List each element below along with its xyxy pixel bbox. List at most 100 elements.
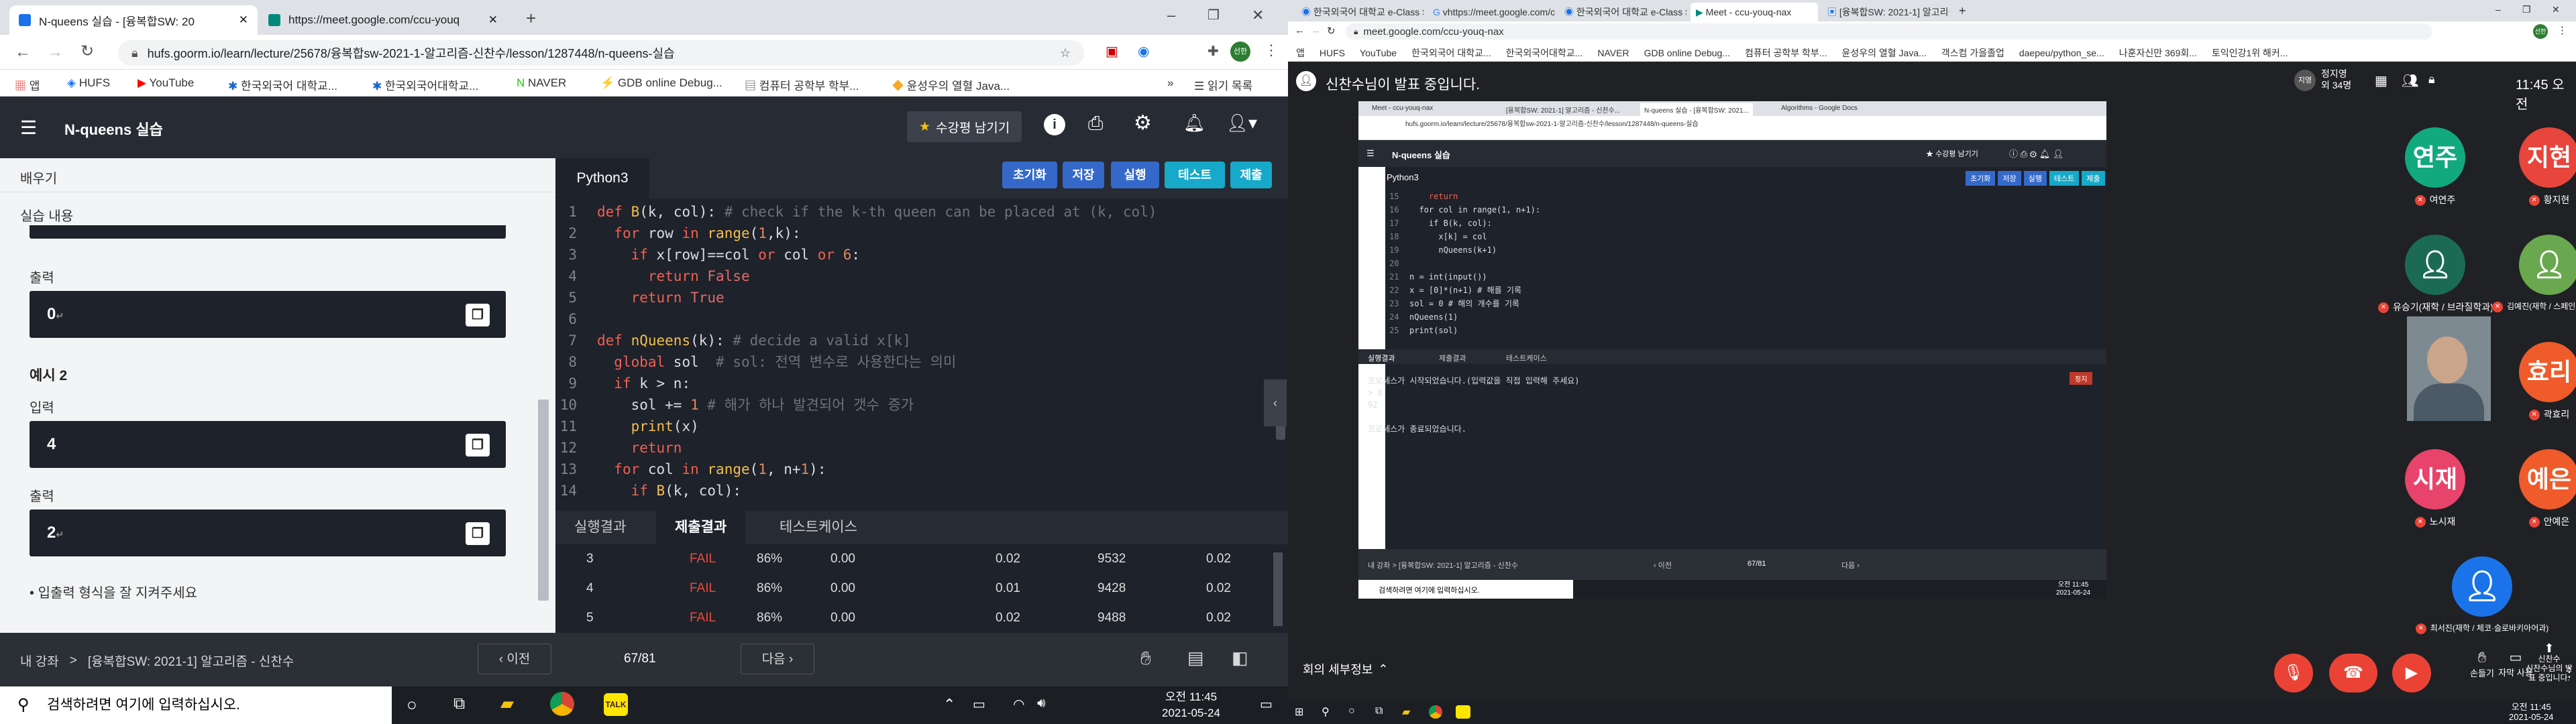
- breadcrumb-course[interactable]: [융복합SW: 2021-1] 알고리즘 - 신찬수: [88, 652, 294, 670]
- bookmarks-more[interactable]: »: [1167, 76, 1173, 90]
- bookmark-item[interactable]: YouTube: [1360, 48, 1397, 58]
- search-icon[interactable]: ⚲: [1322, 705, 1330, 719]
- close-icon[interactable]: ✕: [239, 13, 248, 27]
- participant-tile[interactable]: 효리 ✕ 곽효리: [2492, 342, 2576, 421]
- network-icon[interactable]: ▭: [973, 696, 985, 713]
- more-options-icon[interactable]: ⋮: [2563, 664, 2576, 680]
- submit-button[interactable]: 제출: [1230, 162, 1272, 188]
- maximize-icon[interactable]: ❐: [2522, 4, 2531, 15]
- camera-toggle-button[interactable]: ▶: [2392, 654, 2431, 692]
- forward-icon[interactable]: →: [1311, 25, 1321, 36]
- next-button[interactable]: 다음 ›: [741, 644, 814, 674]
- bookmark-item[interactable]: GDB online Debug...: [1644, 48, 1730, 58]
- chrome-icon[interactable]: [550, 692, 574, 716]
- copy-icon[interactable]: ❐: [466, 304, 490, 326]
- people-icon[interactable]: 👥︎: [2402, 72, 2418, 89]
- gear-icon[interactable]: ⚙: [1134, 111, 1152, 135]
- copy-icon[interactable]: ❐: [466, 522, 490, 545]
- bookmark-item[interactable]: 토익인강1위 해커...: [2212, 46, 2288, 60]
- windows-start-icon[interactable]: ⊞: [1295, 705, 1303, 719]
- menu-dots-icon[interactable]: ⋮: [1264, 42, 1279, 59]
- task-view-icon[interactable]: ⧉: [1375, 705, 1383, 717]
- forward-icon[interactable]: →: [47, 43, 63, 62]
- bookmark-item[interactable]: 앱: [1296, 46, 1305, 60]
- time-display[interactable]: 오전 11:45 2021-05-24: [2509, 702, 2554, 722]
- leave-call-button[interactable]: ☎: [2329, 654, 2377, 692]
- bookmark-item[interactable]: ✱ 한국외국어 대학교...: [228, 76, 337, 93]
- participant-tile[interactable]: 지현 ✕ 황지현: [2492, 127, 2576, 206]
- participant-tile[interactable]: 👤︎ ✕ 김예진(재학 / 스페인어통번역학...: [2492, 235, 2576, 312]
- taskbar-search[interactable]: ⚲ 검색하려면 여기에 입력하십시오.: [0, 686, 392, 724]
- file-explorer-icon[interactable]: ▰: [500, 693, 514, 714]
- tab-submit-result[interactable]: 제출결과: [656, 511, 746, 544]
- chat-icon[interactable]: ▤: [1187, 648, 1204, 668]
- sidebar-practice[interactable]: 실습 내용: [20, 205, 73, 225]
- bookmark-item[interactable]: 나훈자신만 369회...: [2119, 46, 2197, 60]
- participant-tile[interactable]: 👤︎ ✕ 최서진(재학 / 체코·슬로바키아어과): [2415, 556, 2549, 634]
- star-icon[interactable]: ☆: [1060, 46, 1071, 60]
- bookmark-item[interactable]: 한국외국어 대학교...: [1411, 46, 1491, 60]
- tab-eclass[interactable]: ◉ 한국외국어 대학교 e-Class Syn: [1296, 3, 1424, 21]
- window-close-icon[interactable]: ✕: [2552, 4, 2560, 15]
- participant-tile[interactable]: 예은 ✕ 안예은: [2492, 449, 2576, 528]
- menu-dots-icon[interactable]: ⋮: [2557, 24, 2567, 36]
- result-scrollbar[interactable]: [1273, 552, 1283, 626]
- copy-icon[interactable]: ❐: [466, 434, 490, 457]
- user-menu-icon[interactable]: 👤︎▾: [1226, 113, 1257, 133]
- tab-lecture[interactable]: ▣ [융복합SW: 2021-1] 알고리즘 -: [1822, 3, 1949, 21]
- cortana-icon[interactable]: ○: [407, 695, 417, 715]
- back-icon[interactable]: ←: [1295, 25, 1305, 36]
- volume-icon[interactable]: 🔊︎: [1037, 696, 1046, 711]
- test-button[interactable]: 테스트: [1165, 162, 1225, 188]
- tab-meet-link[interactable]: G vhttps://meet.google.com/ccu-: [1428, 3, 1555, 21]
- address-bar[interactable]: 🔒︎ hufs.goorm.io/learn/lecture/25678/융복합…: [118, 40, 1084, 66]
- file-explorer-icon[interactable]: ▰: [1402, 705, 1410, 719]
- review-button[interactable]: ★ 수강평 남기기: [907, 111, 1022, 142]
- tab-meet[interactable]: https://meet.google.com/ccu-youq ✕: [259, 5, 507, 35]
- language-tab[interactable]: Python3: [555, 158, 649, 198]
- meeting-details[interactable]: 회의 세부정보 ⌃: [1303, 660, 1388, 678]
- kakaotalk-icon[interactable]: TALK: [604, 693, 628, 716]
- sidebar-scrollbar[interactable]: [538, 400, 549, 601]
- reload-icon[interactable]: ↻: [80, 42, 94, 61]
- bell-icon[interactable]: 🔔︎: [1183, 113, 1205, 133]
- minimize-icon[interactable]: –: [2496, 4, 2501, 15]
- bookmark-item[interactable]: N NAVER: [517, 76, 566, 90]
- tab-run-result[interactable]: 실행결과: [555, 511, 645, 544]
- chrome-icon[interactable]: [1429, 705, 1442, 719]
- bookmark-item[interactable]: ▤ 컴퓨터 공학부 학부...: [745, 76, 859, 93]
- print-icon[interactable]: ⎙: [1088, 113, 1103, 135]
- tab-nqueens[interactable]: N-queens 실습 - [융복합SW: 20 ✕: [9, 5, 258, 35]
- bookmark-item[interactable]: 한국외국어대학교...: [1506, 46, 1583, 60]
- profile-avatar[interactable]: 선한: [2533, 24, 2548, 39]
- bookmark-item[interactable]: 객스컴 가을졸업: [1941, 46, 2004, 60]
- new-tab-icon[interactable]: +: [1959, 4, 1966, 18]
- hamburger-menu-icon[interactable]: ☰: [20, 117, 37, 139]
- bookmark-item[interactable]: ◆ 윤성우의 열혈 Java...: [892, 76, 1010, 93]
- time-display[interactable]: 오전 11:45 2021-05-24: [1162, 689, 1220, 721]
- layout-icon[interactable]: ▦: [2375, 72, 2387, 89]
- bookmark-item[interactable]: 윤성우의 열혈 Java...: [1841, 46, 1926, 60]
- reset-button[interactable]: 초기화: [1002, 162, 1057, 188]
- breadcrumb-home[interactable]: 내 강좌: [20, 652, 59, 670]
- info-icon[interactable]: i: [1044, 114, 1065, 135]
- kakaotalk-icon[interactable]: [1456, 705, 1470, 719]
- participant-tile[interactable]: 연주 ✕ 여연주: [2378, 127, 2492, 206]
- notification-icon[interactable]: ▭: [1260, 696, 1273, 713]
- tab-test-case[interactable]: 테스트케이스: [761, 511, 876, 544]
- minimize-icon[interactable]: –: [1167, 7, 1175, 24]
- puzzle-icon[interactable]: ✚: [1208, 43, 1219, 60]
- layout-icon[interactable]: ◧: [1232, 648, 1248, 668]
- cortana-icon[interactable]: ○: [1348, 705, 1355, 717]
- run-button[interactable]: 실행: [1111, 162, 1159, 188]
- close-icon[interactable]: ✕: [488, 13, 498, 27]
- bookmark-item[interactable]: daepeu/python_se...: [2019, 48, 2104, 58]
- bookmark-item[interactable]: NAVER: [1597, 48, 1629, 58]
- back-icon[interactable]: ←: [15, 43, 31, 62]
- hand-icon[interactable]: ✋︎: [1140, 648, 1151, 670]
- prev-button[interactable]: ‹ 이전: [478, 644, 551, 674]
- tab-eclass[interactable]: ◉ 한국외국어 대학교 e-Class Syn: [1559, 3, 1686, 21]
- sidebar-learn[interactable]: 배우기: [20, 168, 57, 187]
- maximize-icon[interactable]: ❐: [1208, 7, 1220, 23]
- window-close-icon[interactable]: ✕: [1252, 7, 1264, 24]
